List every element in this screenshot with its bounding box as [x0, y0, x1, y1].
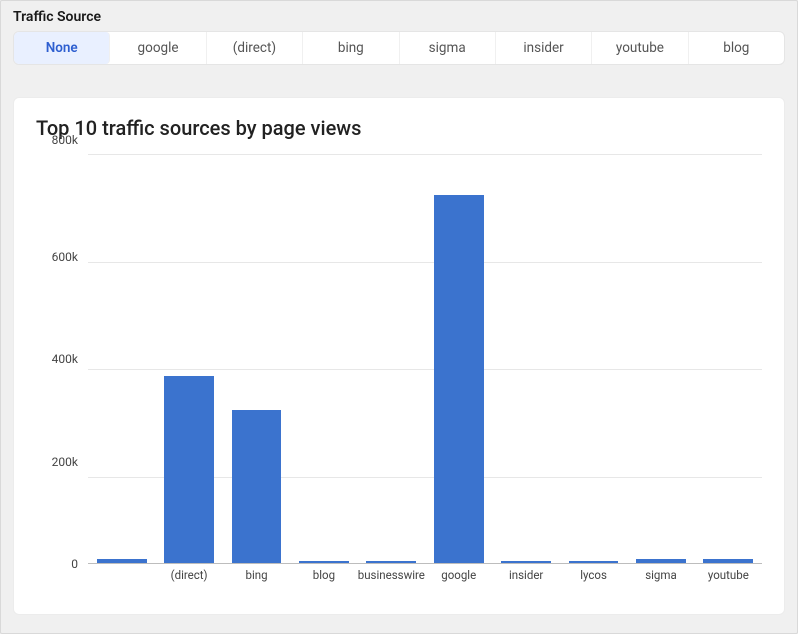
x-tick-label: youtube [695, 564, 762, 584]
bar [636, 559, 686, 563]
chart-area: 800k 600k 400k 200k 0 (direct)bingblogbu… [36, 154, 762, 584]
x-tick-label: sigma [627, 564, 694, 584]
x-tick-label: insider [492, 564, 559, 584]
y-tick: 600k [52, 250, 78, 264]
x-tick-label: blog [290, 564, 357, 584]
x-tick-label: businesswire [358, 564, 425, 584]
y-tick: 0 [71, 557, 78, 571]
bar-slot [492, 154, 559, 563]
x-axis: (direct)bingblogbusinesswiregoogleinside… [88, 564, 762, 584]
x-tick-label: bing [223, 564, 290, 584]
bar [569, 561, 619, 563]
tab-none[interactable]: None [14, 32, 110, 64]
tab-direct[interactable]: (direct) [207, 32, 303, 64]
tab-google[interactable]: google [110, 32, 206, 64]
bar-slot [223, 154, 290, 563]
bar [501, 561, 551, 563]
bar [366, 561, 416, 563]
bar-slot [560, 154, 627, 563]
y-tick: 400k [52, 352, 78, 366]
bar [97, 559, 147, 563]
chart-title: Top 10 traffic sources by page views [36, 116, 762, 140]
tab-bar: None google (direct) bing sigma insider … [13, 31, 785, 65]
tab-youtube[interactable]: youtube [592, 32, 688, 64]
bar [434, 195, 484, 563]
bar [703, 559, 753, 563]
tab-bing[interactable]: bing [303, 32, 399, 64]
bar [299, 561, 349, 563]
bar [232, 410, 282, 563]
bar-slot [358, 154, 425, 563]
chart-card: Top 10 traffic sources by page views 800… [13, 97, 785, 615]
tab-insider[interactable]: insider [496, 32, 592, 64]
panel-title: Traffic Source [1, 1, 797, 31]
x-tick-label: lycos [560, 564, 627, 584]
x-tick-label: google [425, 564, 492, 584]
x-tick-label: (direct) [155, 564, 222, 584]
traffic-source-panel: Traffic Source None google (direct) bing… [0, 0, 798, 634]
y-tick: 800k [52, 133, 78, 147]
bar-slot [695, 154, 762, 563]
bar-slot [425, 154, 492, 563]
bar [164, 376, 214, 563]
bar-slot [290, 154, 357, 563]
y-axis: 800k 600k 400k 200k 0 [36, 154, 84, 564]
bar-slot [88, 154, 155, 563]
tab-sigma[interactable]: sigma [400, 32, 496, 64]
x-tick-label [88, 564, 155, 584]
chart-plot [88, 154, 762, 564]
y-tick: 200k [52, 455, 78, 469]
bar-slot [627, 154, 694, 563]
bar-slot [155, 154, 222, 563]
tab-blog[interactable]: blog [689, 32, 784, 64]
